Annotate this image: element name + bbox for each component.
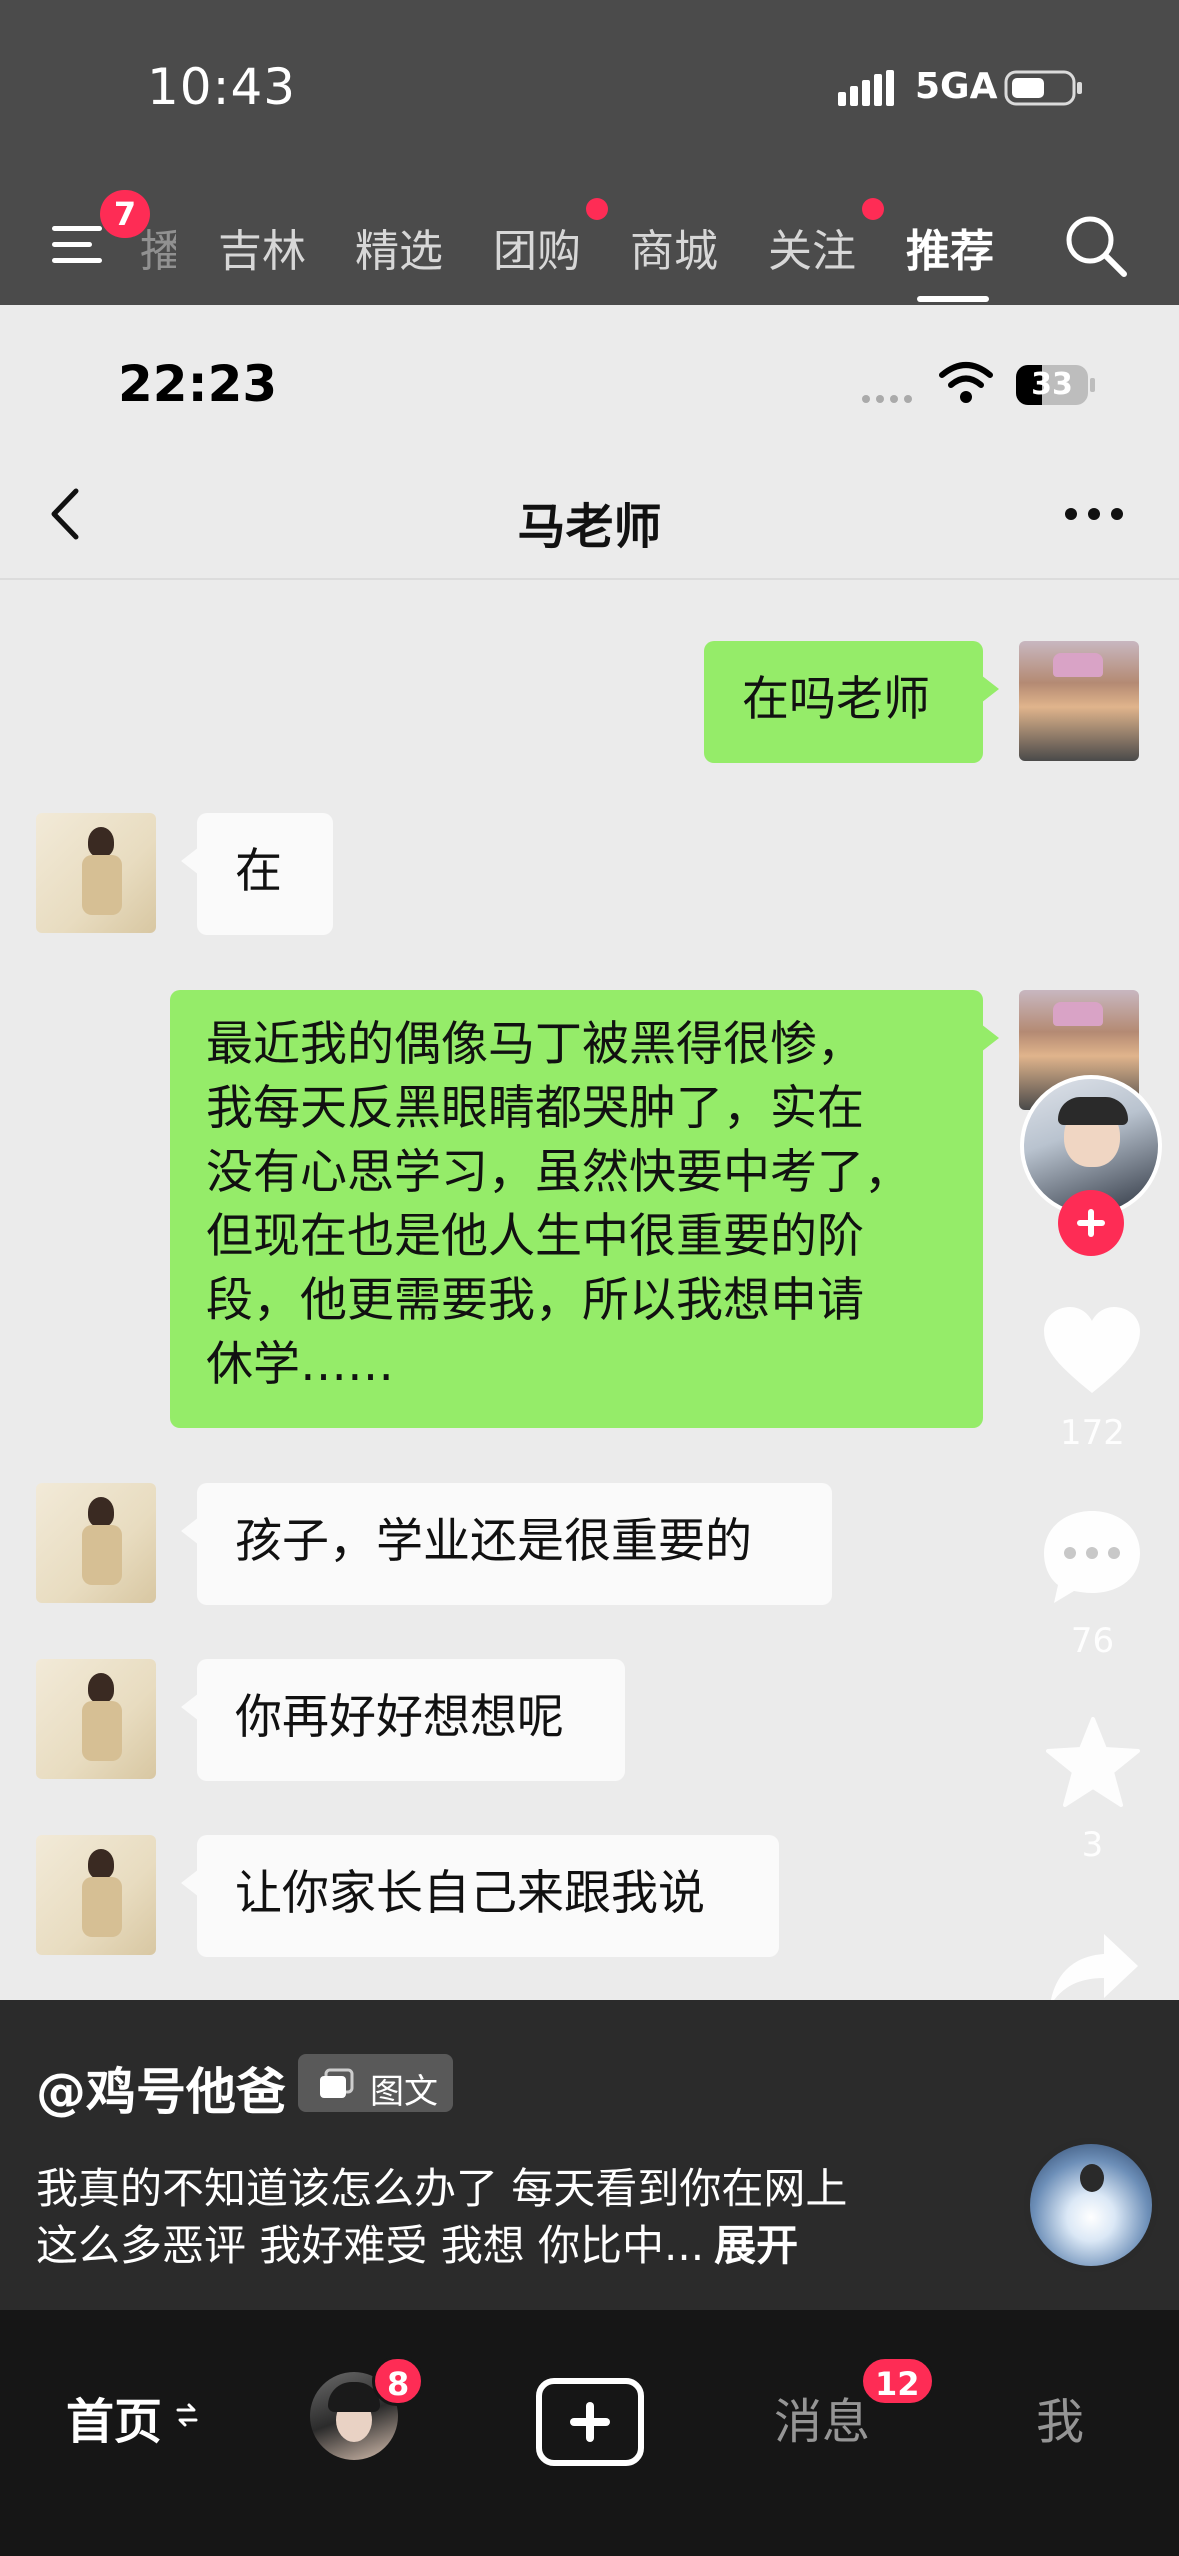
- image-post-icon: [320, 2068, 354, 2098]
- post-image[interactable]: 22:23 33 马老师 在吗老师 在 最近我的偶像马丁被黑得很惨， 我每天反黑…: [0, 305, 1179, 2000]
- like-icon[interactable]: [1040, 1305, 1144, 1397]
- tab-messages[interactable]: 消息: [774, 2382, 870, 2452]
- teacher-avatar: [36, 1835, 156, 1955]
- messages-badge: 12: [860, 2356, 935, 2406]
- network-type: 5GA: [915, 66, 998, 107]
- follow-button[interactable]: [1058, 1190, 1124, 1256]
- description-line-2: 这么多恶评 我好难受 我想 你比中... 展开: [36, 2212, 798, 2273]
- message-bubble-long[interactable]: 最近我的偶像马丁被黑得很惨， 我每天反黑眼睛都哭肿了，实在 没有心思学习，虽然快…: [170, 990, 999, 1428]
- tab-recommended[interactable]: 推荐: [906, 215, 994, 279]
- action-column: 172 76 3 477: [1010, 1075, 1175, 2095]
- message-text: 在吗老师: [742, 672, 930, 727]
- outer-status-bar: 10:43 5GA: [0, 0, 1179, 170]
- tab-featured[interactable]: 精选: [355, 215, 443, 279]
- plus-icon: [570, 2402, 610, 2442]
- inner-status-time: 22:23: [118, 355, 278, 413]
- tab-group-buy[interactable]: 团购: [493, 215, 581, 279]
- author-name[interactable]: @鸡号他爸: [36, 2052, 286, 2124]
- search-icon[interactable]: [1062, 212, 1132, 282]
- share-icon[interactable]: [1046, 1930, 1142, 2010]
- switch-icon[interactable]: [176, 2402, 198, 2428]
- plus-icon: [1077, 1209, 1105, 1237]
- message-text: 你再好好想想呢: [235, 1690, 564, 1745]
- post-caption: @鸡号他爸 图文 我真的不知道该怎么办了 每天看到你在网上 这么多恶评 我好难受…: [0, 2000, 1179, 2310]
- inner-status-bar: 22:23 33: [0, 305, 1179, 445]
- friends-badge: 8: [372, 2356, 425, 2406]
- tab-jilin[interactable]: 吉林: [218, 215, 306, 279]
- message-text: 在: [235, 844, 282, 899]
- expand-button[interactable]: 展开: [714, 2221, 798, 2270]
- tab-following[interactable]: 关注: [768, 215, 856, 279]
- message-bubble[interactable]: 在吗老师: [704, 641, 999, 763]
- message-bubble[interactable]: 孩子，学业还是很重要的: [181, 1483, 832, 1605]
- chat-header: 马老师: [0, 445, 1179, 580]
- tab-mall[interactable]: 商城: [630, 215, 718, 279]
- message-bubble[interactable]: 让你家长自己来跟我说: [181, 1835, 779, 1957]
- comment-icon[interactable]: [1040, 1507, 1144, 1605]
- teacher-avatar: [36, 1483, 156, 1603]
- wifi-icon: [939, 362, 993, 403]
- post-type-label: 图文: [370, 2072, 438, 2112]
- message-text: 让你家长自己来跟我说: [235, 1866, 705, 1921]
- teacher-avatar: [36, 813, 156, 933]
- message-line: 我每天反黑眼睛都哭肿了，实在: [206, 1081, 864, 1136]
- like-count: 172: [1060, 1413, 1125, 1453]
- description-text: 这么多恶评 我好难受 我想 你比中...: [36, 2221, 705, 2270]
- favorite-icon[interactable]: [1044, 1715, 1142, 1809]
- signal-dots-icon: [862, 395, 912, 403]
- create-button-frame[interactable]: [536, 2378, 644, 2466]
- description-line-1: 我真的不知道该怎么办了 每天看到你在网上: [36, 2164, 848, 2213]
- message-text: 孩子，学业还是很重要的: [235, 1514, 752, 1569]
- tab-home[interactable]: 首页: [66, 2382, 162, 2452]
- post-type-tag: 图文: [298, 2054, 453, 2112]
- teacher-avatar: [36, 1659, 156, 1779]
- top-area: 10:43 5GA 7 播 吉林 精选 团购 商城 关注 推荐: [0, 0, 1179, 305]
- message-bubble[interactable]: 你再好好想想呢: [181, 1659, 625, 1781]
- top-nav: 7 播 吉林 精选 团购 商城 关注 推荐: [0, 190, 1179, 305]
- message-line: 但现在也是他人生中很重要的阶: [206, 1209, 864, 1264]
- tab-me[interactable]: 我: [1036, 2382, 1084, 2452]
- menu-icon[interactable]: [52, 220, 112, 270]
- signal-icon: [838, 70, 894, 106]
- active-tab-indicator: [917, 296, 989, 302]
- tab-partial[interactable]: 播: [140, 215, 176, 279]
- battery-icon: [1004, 70, 1082, 106]
- message-line: 最近我的偶像马丁被黑得很惨，: [206, 1017, 864, 1072]
- outer-status-time: 10:43: [147, 58, 297, 116]
- message-line: 段，他更需要我，所以我想申请: [206, 1273, 864, 1328]
- message-line: 没有心思学习，虽然快要中考了，: [206, 1145, 911, 1200]
- inner-battery-level: 33: [1031, 367, 1073, 402]
- message-line: 休学……: [206, 1337, 394, 1392]
- my-avatar: [1019, 641, 1139, 761]
- group-buy-dot: [586, 198, 608, 220]
- favorite-count: 3: [1081, 1825, 1104, 1865]
- chat-title: 马老师: [517, 499, 662, 555]
- more-icon[interactable]: [1064, 507, 1124, 521]
- comment-count: 76: [1070, 1621, 1115, 1661]
- music-disc[interactable]: [1024, 2138, 1158, 2272]
- message-bubble[interactable]: 在: [181, 813, 333, 935]
- bottom-tab-bar: 首页 8 消息 12 我: [0, 2310, 1179, 2556]
- following-dot: [862, 198, 884, 220]
- inner-battery-icon: 33: [1016, 365, 1096, 405]
